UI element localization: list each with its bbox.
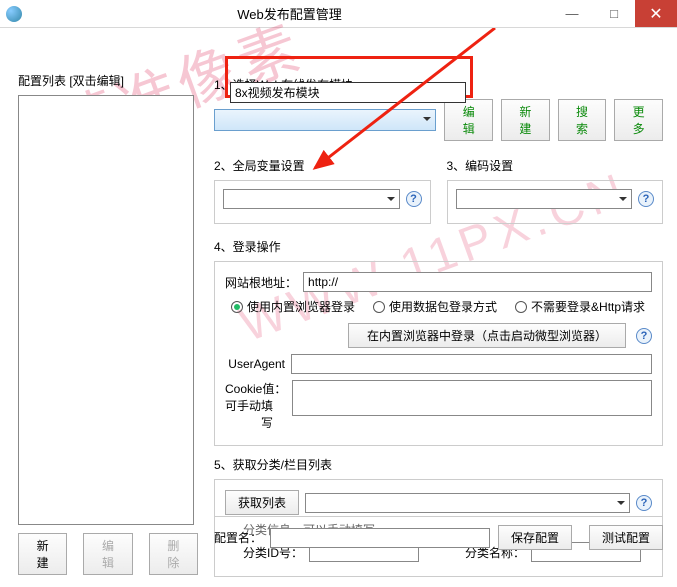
login-packet-radio[interactable]: 使用数据包登录方式	[373, 298, 497, 315]
help-icon[interactable]: ?	[638, 191, 654, 207]
category-select[interactable]	[305, 493, 630, 513]
config-list-header: 配置列表 [双击编辑]	[18, 72, 198, 89]
config-name-input[interactable]	[270, 528, 490, 548]
module-dropdown-item[interactable]: 8x视频发布模块	[230, 82, 466, 103]
cookie-label: Cookie值：	[225, 380, 286, 397]
section2-title: 2、全局变量设置	[214, 157, 431, 174]
edit-module-button[interactable]: 编辑	[444, 99, 493, 141]
useragent-input[interactable]	[291, 354, 652, 374]
login-none-radio[interactable]: 不需要登录&Http请求	[515, 298, 645, 315]
app-icon	[6, 6, 22, 22]
useragent-label: UserAgent	[225, 357, 285, 371]
root-url-input[interactable]	[303, 272, 652, 292]
maximize-button[interactable]: □	[593, 0, 635, 27]
section3-title: 3、编码设置	[447, 157, 664, 174]
help-icon[interactable]: ?	[636, 328, 652, 344]
get-list-button[interactable]: 获取列表	[225, 490, 299, 515]
test-config-button[interactable]: 测试配置	[589, 525, 663, 550]
global-var-select[interactable]	[223, 189, 400, 209]
help-icon[interactable]: ?	[636, 495, 652, 511]
save-config-button[interactable]: 保存配置	[498, 525, 572, 550]
cookie-input[interactable]	[292, 380, 652, 416]
more-module-button[interactable]: 更多	[614, 99, 663, 141]
search-module-button[interactable]: 搜索	[558, 99, 607, 141]
title-bar: Web发布配置管理 — □ ✕	[0, 0, 677, 28]
module-select[interactable]	[214, 109, 436, 131]
new-config-button[interactable]: 新建	[18, 533, 67, 575]
config-listbox[interactable]	[18, 95, 194, 525]
encoding-select[interactable]	[456, 189, 633, 209]
new-module-button[interactable]: 新建	[501, 99, 550, 141]
open-browser-button[interactable]: 在内置浏览器中登录（点击启动微型浏览器）	[348, 323, 626, 348]
login-builtin-radio[interactable]: 使用内置浏览器登录	[231, 298, 355, 315]
section5-title: 5、获取分类/栏目列表	[214, 456, 663, 473]
edit-config-button[interactable]: 编辑	[83, 533, 132, 575]
cookie-manual-label: 可手动填写	[225, 397, 273, 431]
minimize-button[interactable]: —	[551, 0, 593, 27]
window-title: Web发布配置管理	[28, 4, 551, 23]
root-url-label: 网站根地址：	[225, 274, 297, 291]
section4-title: 4、登录操作	[214, 238, 663, 255]
help-icon[interactable]: ?	[406, 191, 422, 207]
delete-config-button[interactable]: 删除	[149, 533, 198, 575]
close-button[interactable]: ✕	[635, 0, 677, 27]
config-name-label: 配置名：	[214, 529, 262, 546]
